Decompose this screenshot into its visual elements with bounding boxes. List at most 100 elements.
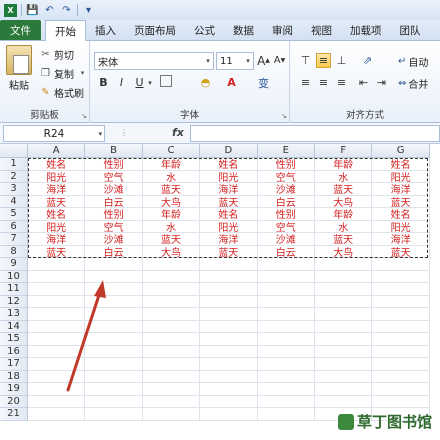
cell-d5[interactable]: 姓名 (200, 208, 258, 221)
cell-b6[interactable]: 空气 (85, 220, 143, 233)
grow-font-button[interactable]: A ▲ (256, 53, 271, 68)
cell-g5[interactable]: 姓名 (372, 208, 430, 221)
cell-d7[interactable]: 海洋 (200, 233, 258, 246)
cell-c5[interactable]: 年龄 (142, 208, 201, 221)
align-middle-icon[interactable]: ≡ (316, 53, 331, 68)
cell-g7[interactable]: 海洋 (372, 233, 430, 246)
cell-e19[interactable] (257, 383, 315, 396)
cell-g11[interactable] (372, 283, 430, 296)
cell-f3[interactable]: 蓝天 (315, 183, 373, 196)
cell-e13[interactable] (257, 308, 315, 321)
align-right-icon[interactable]: ≡ (334, 75, 349, 90)
cell-b2[interactable]: 空气 (85, 170, 143, 183)
cell-a7[interactable]: 海洋 (28, 233, 86, 246)
decrease-indent-icon[interactable]: ⇤ (356, 75, 371, 90)
cell-e18[interactable] (257, 370, 315, 383)
cell-f1[interactable]: 年龄 (315, 158, 373, 171)
cell-b16[interactable] (85, 345, 143, 358)
cell-a17[interactable] (28, 358, 86, 371)
cell-f20[interactable] (315, 395, 373, 408)
cell-b15[interactable] (85, 333, 143, 346)
cell-e4[interactable]: 白云 (257, 195, 315, 208)
row-header-17[interactable]: 17 (0, 358, 28, 371)
tab-7[interactable]: 加载项 (341, 20, 391, 40)
cell-c21[interactable] (142, 408, 201, 421)
increase-indent-icon[interactable]: ⇥ (374, 75, 389, 90)
cell-d15[interactable] (200, 333, 258, 346)
cell-d12[interactable] (200, 295, 258, 308)
cell-e17[interactable] (257, 358, 315, 371)
cell-e8[interactable]: 白云 (257, 245, 315, 258)
cell-g18[interactable] (372, 370, 430, 383)
cell-g2[interactable]: 阳光 (372, 170, 430, 183)
cell-a9[interactable] (28, 258, 86, 271)
align-left-icon[interactable]: ≡ (298, 75, 313, 90)
cell-c8[interactable]: 大鸟 (142, 245, 201, 258)
cell-b5[interactable]: 性别 (85, 208, 143, 221)
row-header-3[interactable]: 3 (0, 183, 28, 196)
cell-f11[interactable] (315, 283, 373, 296)
cell-f15[interactable] (315, 333, 373, 346)
cell-d20[interactable] (200, 395, 258, 408)
cell-f16[interactable] (315, 345, 373, 358)
tab-5[interactable]: 审阅 (263, 20, 302, 40)
cell-a20[interactable] (28, 395, 86, 408)
cell-b9[interactable] (85, 258, 143, 271)
column-header-a[interactable]: A (28, 144, 86, 158)
cell-d19[interactable] (200, 383, 258, 396)
cell-b12[interactable] (85, 295, 143, 308)
cell-e6[interactable]: 空气 (257, 220, 315, 233)
orientation-icon[interactable]: ⇗ (360, 53, 375, 68)
tab-2[interactable]: 页面布局 (125, 20, 185, 40)
save-icon[interactable]: 💾 (26, 4, 39, 17)
cell-g10[interactable] (372, 270, 430, 283)
column-header-c[interactable]: C (142, 144, 201, 158)
cut-button[interactable]: ✂ 剪切 (40, 47, 74, 62)
cell-a2[interactable]: 阳光 (28, 170, 86, 183)
cell-c12[interactable] (142, 295, 201, 308)
cell-f6[interactable]: 水 (315, 220, 373, 233)
fill-color-icon[interactable]: ◓ (198, 75, 213, 90)
cell-d14[interactable] (200, 320, 258, 333)
chevron-down-icon[interactable]: ▾ (146, 75, 154, 90)
font-size-select[interactable]: 11 ▾ (216, 52, 254, 70)
cell-g16[interactable] (372, 345, 430, 358)
row-header-11[interactable]: 11 (0, 283, 28, 296)
cell-e9[interactable] (257, 258, 315, 271)
row-header-1[interactable]: 1 (0, 158, 28, 171)
cell-e5[interactable]: 性别 (257, 208, 315, 221)
cell-f8[interactable]: 大鸟 (315, 245, 373, 258)
wrap-text-button[interactable]: ↵ 自动 (398, 54, 428, 69)
cell-g12[interactable] (372, 295, 430, 308)
font-color-button[interactable]: A (224, 75, 239, 90)
cell-a1[interactable]: 姓名 (28, 158, 86, 171)
cell-e1[interactable]: 性别 (257, 158, 315, 171)
cell-g9[interactable] (372, 258, 430, 271)
cell-b19[interactable] (85, 383, 143, 396)
cell-f12[interactable] (315, 295, 373, 308)
tab-6[interactable]: 视图 (302, 20, 341, 40)
row-header-6[interactable]: 6 (0, 220, 28, 233)
row-header-8[interactable]: 8 (0, 245, 28, 258)
cell-a8[interactable]: 蓝天 (28, 245, 86, 258)
cell-b14[interactable] (85, 320, 143, 333)
column-header-g[interactable]: G (372, 144, 430, 158)
cell-b7[interactable]: 沙滩 (85, 233, 143, 246)
cell-b17[interactable] (85, 358, 143, 371)
formula-input[interactable] (190, 125, 440, 142)
cell-f17[interactable] (315, 358, 373, 371)
cell-c3[interactable]: 蓝天 (142, 183, 201, 196)
row-header-19[interactable]: 19 (0, 383, 28, 396)
bold-button[interactable]: B (96, 75, 111, 90)
cell-g3[interactable]: 海洋 (372, 183, 430, 196)
cell-c6[interactable]: 水 (142, 220, 201, 233)
cell-a12[interactable] (28, 295, 86, 308)
cell-g19[interactable] (372, 383, 430, 396)
font-name-select[interactable]: 宋体 ▾ (94, 52, 214, 70)
cell-d3[interactable]: 海洋 (200, 183, 258, 196)
cell-c1[interactable]: 年龄 (142, 158, 201, 171)
cell-a4[interactable]: 蓝天 (28, 195, 86, 208)
cell-c9[interactable] (142, 258, 201, 271)
cell-d9[interactable] (200, 258, 258, 271)
cell-f19[interactable] (315, 383, 373, 396)
